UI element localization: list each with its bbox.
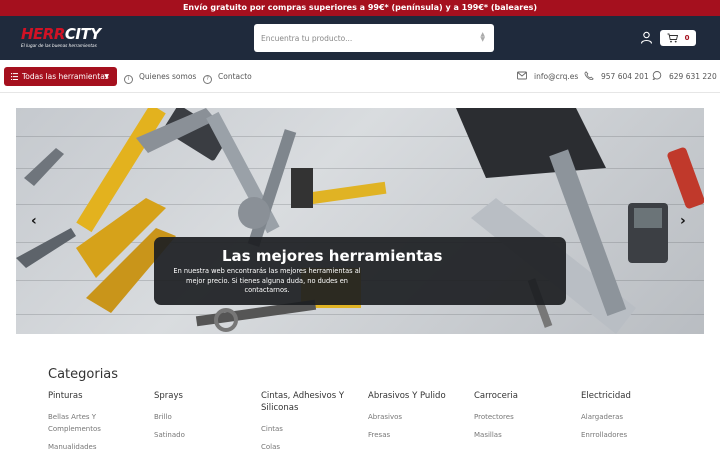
phone-icon: [584, 71, 594, 81]
hero-carousel[interactable]: ‹ › Las mejores herramientas En nuestra …: [16, 108, 704, 334]
site-logo[interactable]: HERRCITY El lugar de las buenas herramie…: [21, 27, 121, 51]
category-heading[interactable]: Pinturas: [48, 390, 148, 402]
menu-icon: [11, 73, 18, 80]
category-column: Electricidad Alargaderas Enrrolladores: [581, 390, 681, 447]
categories-title: Categorias: [48, 367, 119, 382]
category-link[interactable]: Enrrolladores: [581, 429, 681, 441]
category-link[interactable]: Colas: [261, 441, 361, 453]
chat-icon: [652, 71, 662, 81]
search-box: ▲▼: [254, 24, 494, 52]
logo-tagline: El lugar de las buenas herramientas: [21, 43, 97, 48]
category-column: Carroceria Protectores Masillas: [474, 390, 574, 447]
email-text: info@crq.es: [534, 72, 579, 81]
category-column: Cintas, Adhesivos Y Siliconas Cintas Col…: [261, 390, 361, 459]
search-input[interactable]: [254, 24, 474, 52]
nav-link-contacto[interactable]: ? Contacto: [203, 71, 252, 84]
logo-wordmark: HERRCITY: [21, 25, 101, 43]
help-icon: ?: [203, 75, 212, 84]
hero-caption: Las mejores herramientas En nuestra web …: [154, 237, 566, 305]
category-heading[interactable]: Abrasivos Y Pulido: [368, 390, 468, 402]
cart-count-badge: 0: [684, 34, 690, 42]
site-header: HERRCITY El lugar de las buenas herramie…: [0, 16, 720, 60]
all-tools-menu-button[interactable]: Todas las herramientas ▼: [4, 67, 117, 86]
carousel-prev-arrow[interactable]: ‹: [31, 213, 37, 229]
nav-link-quienes-somos[interactable]: i Quienes somos: [124, 71, 196, 84]
cart-button[interactable]: 0: [660, 30, 696, 46]
carousel-next-arrow[interactable]: ›: [680, 213, 686, 229]
info-icon: i: [124, 75, 133, 84]
category-heading[interactable]: Carroceria: [474, 390, 574, 402]
contact-email[interactable]: info@crq.es: [517, 71, 578, 82]
all-tools-label: Todas las herramientas: [22, 72, 109, 81]
category-column: Sprays Brillo Satinado: [154, 390, 254, 447]
user-icon[interactable]: [640, 31, 653, 44]
category-link[interactable]: Brillo: [154, 411, 254, 423]
category-heading[interactable]: Electricidad: [581, 390, 681, 402]
category-link[interactable]: Protectores: [474, 411, 574, 423]
category-link[interactable]: Fresas: [368, 429, 468, 441]
category-heading[interactable]: Sprays: [154, 390, 254, 402]
hero-title: Las mejores herramientas: [222, 247, 443, 265]
sort-arrows-icon: ▲ ▼: [480, 31, 485, 43]
category-column: Abrasivos Y Pulido Abrasivos Fresas: [368, 390, 468, 447]
category-heading[interactable]: Cintas, Adhesivos Y Siliconas: [261, 390, 361, 414]
category-link[interactable]: Masillas: [474, 429, 574, 441]
category-link[interactable]: Satinado: [154, 429, 254, 441]
contact-whatsapp[interactable]: 629 631 220: [652, 71, 717, 82]
category-link[interactable]: Alargaderas: [581, 411, 681, 423]
hero-description: En nuestra web encontrarás las mejores h…: [173, 267, 361, 295]
category-link[interactable]: Abrasivos: [368, 411, 468, 423]
category-link[interactable]: Manualidades: [48, 441, 148, 453]
cart-icon: [667, 33, 678, 43]
nav-link-label: Contacto: [218, 72, 252, 81]
category-column: Pinturas Bellas Artes Y Complementos Man…: [48, 390, 148, 459]
main-nav: Todas las herramientas ▼ i Quienes somos …: [0, 60, 720, 93]
nav-link-label: Quienes somos: [139, 72, 197, 81]
mail-icon: [517, 71, 527, 80]
promo-banner: Envío gratuito por compras superiores a …: [0, 0, 720, 16]
whatsapp-text: 629 631 220: [669, 72, 717, 81]
phone-text: 957 604 201: [601, 72, 649, 81]
chevron-down-icon: ▼: [104, 73, 109, 80]
contact-phone[interactable]: 957 604 201: [584, 71, 649, 82]
category-link[interactable]: Cintas: [261, 423, 361, 435]
category-link[interactable]: Bellas Artes Y Complementos: [48, 411, 148, 435]
